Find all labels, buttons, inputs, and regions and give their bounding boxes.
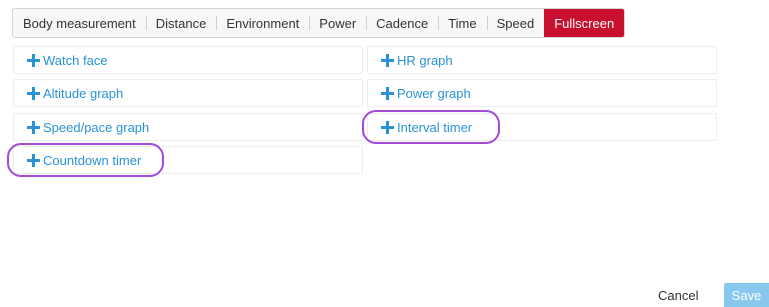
plus-icon <box>27 53 40 67</box>
watch-face-label: Watch face <box>43 52 108 68</box>
cancel-button[interactable]: Cancel <box>651 284 705 307</box>
power-graph-label: Power graph <box>397 85 471 101</box>
tab-distance[interactable]: Distance <box>145 9 217 37</box>
add-interval-timer[interactable]: Interval timer <box>367 113 717 141</box>
add-altitude-graph[interactable]: Altitude graph <box>13 79 363 107</box>
fullscreen-view-settings: Body measurement Distance Environment Po… <box>0 0 769 307</box>
tab-time[interactable]: Time <box>438 9 486 37</box>
tab-speed[interactable]: Speed <box>486 9 545 37</box>
plus-icon <box>27 120 40 134</box>
altitude-graph-label: Altitude graph <box>43 85 124 101</box>
add-hr-graph[interactable]: HR graph <box>367 46 717 74</box>
tab-environment[interactable]: Environment <box>216 9 309 37</box>
add-speed-pace-graph[interactable]: Speed/pace graph <box>13 113 363 141</box>
plus-icon <box>381 120 394 134</box>
countdown-timer-label: Countdown timer <box>43 152 142 168</box>
plus-icon <box>27 153 40 167</box>
add-power-graph[interactable]: Power graph <box>367 79 717 107</box>
plus-icon <box>381 53 394 67</box>
plus-icon <box>381 86 394 100</box>
hr-graph-label: HR graph <box>397 52 453 68</box>
save-button[interactable]: Save <box>724 283 769 307</box>
speed-pace-graph-label: Speed/pace graph <box>43 119 150 135</box>
tab-body-measurement[interactable]: Body measurement <box>13 9 146 37</box>
add-countdown-timer[interactable]: Countdown timer <box>13 146 363 174</box>
plus-icon <box>27 86 40 100</box>
tab-cadence[interactable]: Cadence <box>366 9 438 37</box>
interval-timer-label: Interval timer <box>397 119 473 135</box>
tab-fullscreen[interactable]: Fullscreen <box>544 9 625 37</box>
category-tabs: Body measurement Distance Environment Po… <box>12 8 626 38</box>
tab-power[interactable]: Power <box>309 9 366 37</box>
add-watch-face[interactable]: Watch face <box>13 46 363 74</box>
